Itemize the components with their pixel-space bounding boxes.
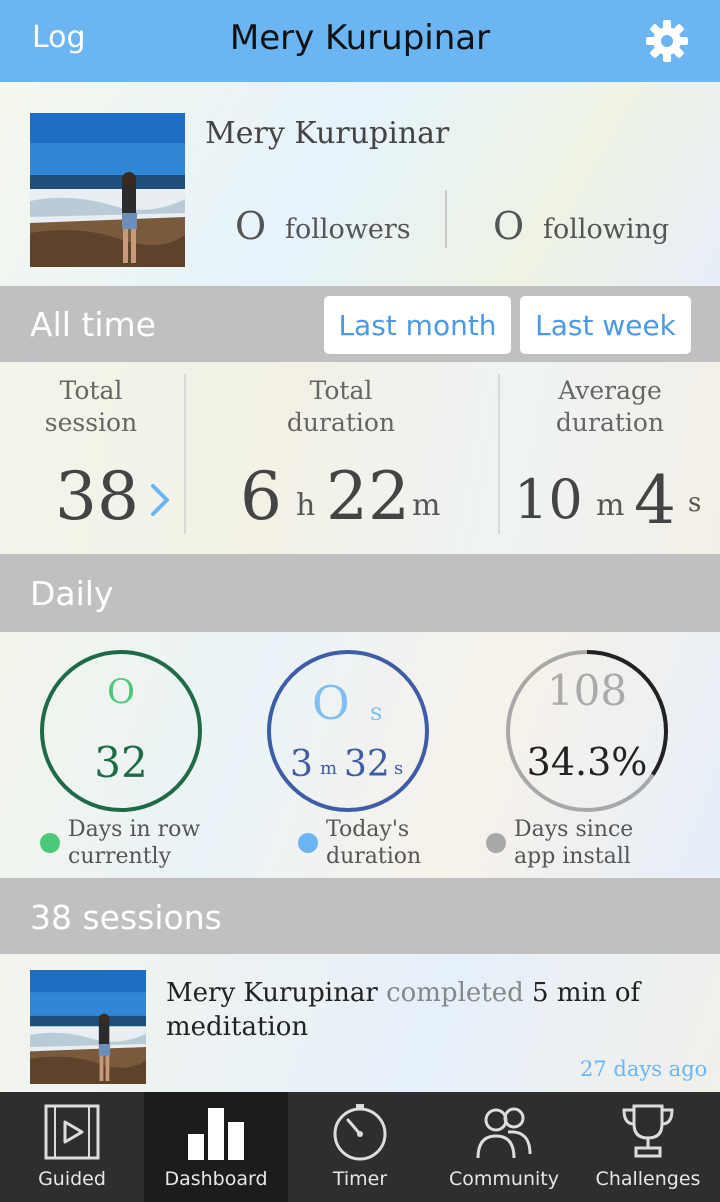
days-in-row-label: Days in row currently (68, 817, 201, 869)
profile-card: Mery Kurupinar O followers O following (0, 82, 720, 286)
tab-dashboard[interactable]: Dashboard (144, 1092, 288, 1202)
todays-duration-top-value: O (312, 676, 350, 730)
following-label[interactable]: following (543, 214, 669, 245)
trophy-icon (622, 1104, 674, 1158)
gear-icon[interactable] (644, 18, 690, 64)
feed-user[interactable]: Mery Kurupinar (166, 978, 378, 1008)
legend-dot-gray (486, 833, 506, 853)
todays-duration-minutes: 3 (290, 744, 313, 785)
days-since-install-top: 108 (546, 666, 628, 715)
video-icon (44, 1104, 100, 1160)
tab-label: Guided (38, 1168, 106, 1190)
feed-duration: 5 min (532, 978, 607, 1008)
profile-name: Mery Kurupinar (205, 116, 450, 151)
sessions-title: 38 sessions (30, 898, 222, 937)
days-in-row-top: O (107, 672, 135, 712)
total-session-value[interactable]: 38 (55, 458, 139, 535)
tab-guided[interactable]: Guided (0, 1092, 144, 1202)
top-nav-bar: Log Mery Kurupinar (0, 0, 720, 82)
profile-photo[interactable] (30, 113, 185, 267)
followers-count[interactable]: O (235, 204, 266, 248)
todays-duration-minutes-unit: m (320, 758, 338, 779)
todays-duration-ring[interactable] (267, 650, 429, 812)
tab-label: Timer (332, 1168, 388, 1190)
average-duration-seconds: 4 (634, 462, 676, 539)
daily-panel: O 32 Days in row currently O s 3 m 32 s … (0, 632, 720, 878)
followers-label[interactable]: followers (285, 214, 411, 245)
feed-timestamp: 27 days ago (580, 1057, 708, 1081)
divider (445, 190, 447, 248)
total-session-label: Total session (44, 376, 138, 437)
sessions-section-header: 38 sessions (0, 878, 720, 954)
period-all-time[interactable]: All time (30, 305, 156, 344)
tab-label: Community (449, 1168, 559, 1190)
period-selector-bar: All time Last month Last week (0, 286, 720, 362)
average-duration-minutes: 10 (514, 468, 583, 531)
seconds-unit: s (688, 488, 702, 518)
daily-section-header: Daily (0, 554, 720, 632)
following-count[interactable]: O (493, 204, 524, 248)
tab-label: Challenges (595, 1168, 701, 1190)
bar-chart-icon (188, 1108, 244, 1160)
tab-timer[interactable]: Timer (288, 1092, 432, 1202)
legend-dot-blue (298, 833, 318, 853)
bottom-tab-bar: Guided Dashboard Timer Community Challen… (0, 1092, 720, 1202)
average-duration-label: Average duration (555, 376, 665, 437)
hours-unit: h (296, 488, 316, 523)
avatar[interactable] (30, 970, 146, 1084)
days-in-row-value: 32 (94, 738, 148, 787)
chevron-right-icon[interactable] (148, 482, 172, 522)
last-month-button[interactable]: Last month (324, 296, 511, 354)
tab-challenges[interactable]: Challenges (576, 1092, 720, 1202)
minutes-unit: m (412, 488, 441, 523)
days-since-install-percent: 34.3% (526, 740, 648, 784)
feed-action: completed (386, 978, 524, 1008)
legend-dot-green (40, 833, 60, 853)
tab-community[interactable]: Community (432, 1092, 576, 1202)
todays-duration-label: Today's duration (326, 817, 422, 869)
stats-panel: Total session 38 Total duration 6 h 22 m… (0, 362, 720, 554)
feed-text: Mery Kurupinar completed 5 min of medita… (166, 976, 686, 1044)
todays-duration-top-unit: s (370, 698, 383, 726)
todays-duration-seconds: 32 (344, 744, 390, 785)
minutes-unit: m (596, 488, 625, 523)
daily-title: Daily (30, 574, 114, 613)
last-week-button[interactable]: Last week (520, 296, 691, 354)
total-duration-label: Total duration (286, 376, 396, 437)
people-icon (476, 1107, 532, 1159)
todays-duration-seconds-unit: s (394, 758, 404, 779)
timer-icon (333, 1104, 387, 1161)
page-title: Mery Kurupinar (229, 18, 491, 58)
total-duration-hours: 6 (240, 458, 282, 535)
list-item[interactable]: Mery Kurupinar completed 5 min of medita… (0, 954, 720, 1092)
tab-label: Dashboard (164, 1168, 268, 1190)
total-duration-minutes: 22 (326, 458, 410, 535)
days-since-install-label: Days since app install (514, 817, 634, 869)
